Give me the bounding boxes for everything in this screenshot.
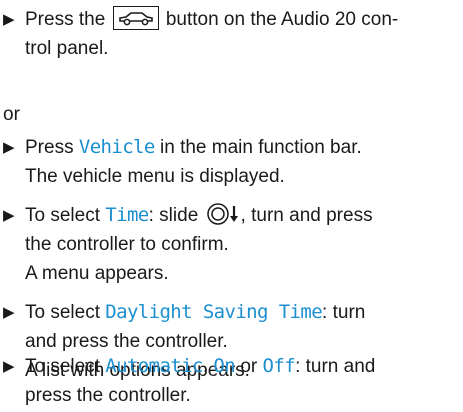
step-2-text-a: Press: [25, 137, 74, 158]
step-5: ▶ To select Automatic, On or Off: turn a…: [3, 352, 453, 410]
instruction-page: ▶ Press the button on the Audio 20 con- …: [0, 0, 463, 412]
step-3-text-c: , turn and press: [240, 205, 373, 226]
step-1-text-b: button on the Audio 20 con-: [165, 9, 399, 30]
step-4-text-a: To select: [25, 302, 100, 323]
step-5-or: or: [240, 356, 258, 377]
step-5-text-a: To select: [25, 356, 100, 377]
car-button-icon: [112, 6, 159, 31]
step-1-text-a: Press the: [25, 9, 106, 30]
step-5-text-b: : turn and: [295, 356, 376, 377]
step-2-result: The vehicle menu is displayed.: [25, 166, 285, 187]
step-3: ▶ To select Time: slide , turn and press…: [3, 201, 453, 288]
step-3-text-b: : slide: [148, 205, 199, 226]
bullet-arrow-icon: ▶: [3, 11, 15, 28]
menu-item-vehicle: Vehicle: [78, 136, 155, 158]
bullet-arrow-icon: ▶: [3, 358, 15, 375]
step-3-result: A menu appears.: [25, 263, 169, 284]
step-3-text-a: To select: [25, 205, 100, 226]
bullet-arrow-icon: ▶: [3, 207, 15, 224]
step-1-text-c: trol panel.: [25, 38, 109, 59]
bullet-arrow-icon: ▶: [3, 304, 15, 321]
option-automatic: Automatic: [105, 355, 203, 377]
step-5-text-c: press the controller.: [25, 385, 191, 406]
step-2-text-b: in the main function bar.: [160, 137, 362, 158]
bullet-arrow-icon: ▶: [3, 139, 15, 156]
option-off: Off: [262, 355, 296, 377]
or-separator: or: [3, 104, 20, 125]
menu-item-time: Time: [105, 204, 149, 226]
step-3-text-d: the controller to confirm.: [25, 234, 229, 255]
menu-item-daylight-saving-time: Daylight Saving Time: [105, 301, 323, 323]
controller-slide-down-icon: [206, 202, 240, 226]
step-4-text-b: : turn: [322, 302, 366, 323]
step-2: ▶ Press Vehicle in the main function bar…: [3, 133, 453, 191]
option-on: On: [213, 355, 236, 377]
step-5-comma: ,: [202, 356, 209, 377]
step-1: ▶ Press the button on the Audio 20 con- …: [3, 5, 453, 63]
